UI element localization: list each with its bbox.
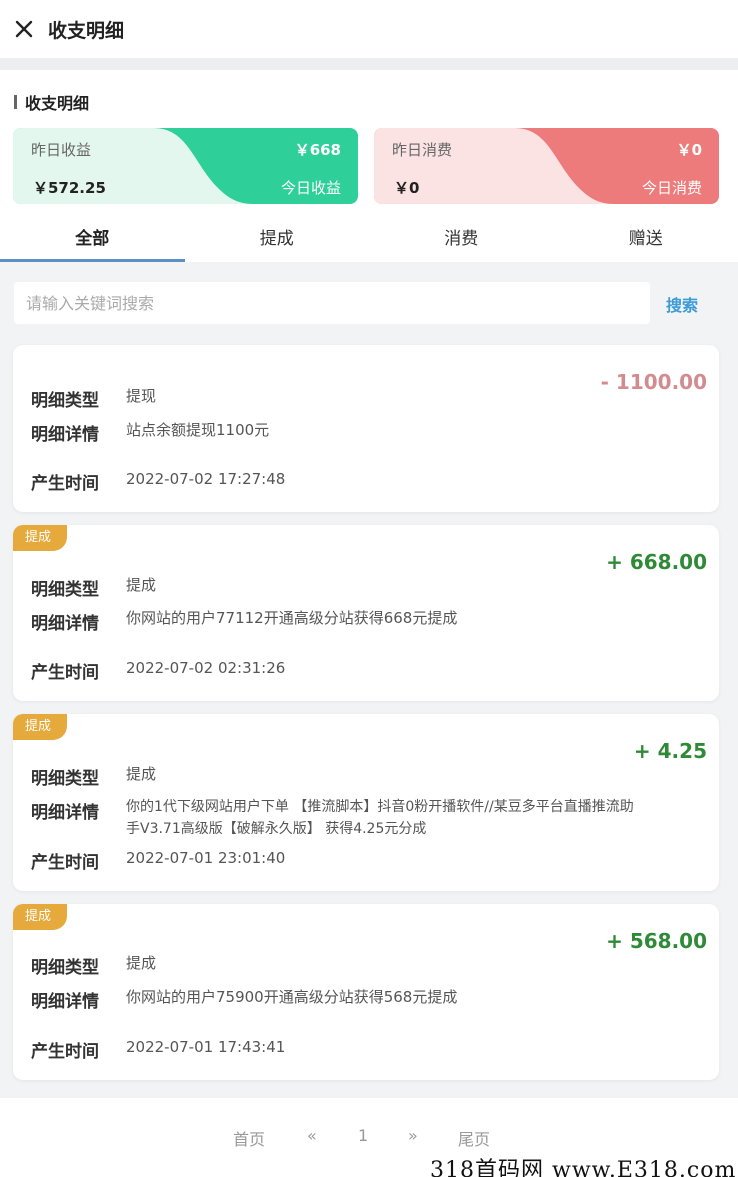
expense-today-label: 今日消费 xyxy=(641,179,702,197)
record-amount: + 4.25 xyxy=(633,739,707,763)
record-type-value: 提成 xyxy=(126,765,157,783)
watermark: 318首码网 www.E318.com xyxy=(430,1152,737,1177)
record-tag: 提成 xyxy=(13,714,68,740)
record-card: 提成 + 4.25 明细类型 提成 明细详情 你的1代下级网站用户下单 【推流脚… xyxy=(13,714,719,891)
pager-page[interactable]: 1 xyxy=(358,1126,368,1145)
tab-commission[interactable]: 提成 xyxy=(185,210,370,262)
record-time-label: 产生时间 xyxy=(31,1042,99,1062)
header-divider xyxy=(0,58,738,70)
record-type-value: 提成 xyxy=(126,954,157,972)
tab-consumption[interactable]: 消费 xyxy=(369,210,554,262)
record-time-value: 2022-07-02 02:31:26 xyxy=(126,659,286,677)
section-title-text: 收支明细 xyxy=(25,94,90,113)
record-tag: 提成 xyxy=(13,904,68,930)
record-amount: + 668.00 xyxy=(606,550,707,574)
record-amount: - 1100.00 xyxy=(600,370,707,394)
income-card: 昨日收益 ￥572.25 ￥668 今日收益 xyxy=(13,128,358,204)
record-detail-label: 明细详情 xyxy=(31,425,99,445)
record-card: - 1100.00 明细类型 提现 明细详情 站点余额提现1100元 产生时间 … xyxy=(13,345,719,512)
record-time-label: 产生时间 xyxy=(31,663,99,683)
record-detail-value: 你的1代下级网站用户下单 【推流脚本】抖音0粉开播软件//某豆多平台直播推流助 xyxy=(126,799,634,815)
top-bar: 收支明细 xyxy=(0,0,738,58)
expense-card: 昨日消费 ￥0 ￥0 今日消费 xyxy=(374,128,719,204)
section-title-bar xyxy=(14,95,17,109)
record-time-value: 2022-07-02 17:27:48 xyxy=(126,470,286,488)
record-time-value: 2022-07-01 23:01:40 xyxy=(126,849,286,867)
record-tag: 提成 xyxy=(13,525,68,551)
pager-first[interactable]: 首页 xyxy=(233,1126,265,1150)
record-detail-label: 明细详情 xyxy=(31,992,99,1012)
expense-yesterday-value: ￥0 xyxy=(394,179,420,197)
filter-tabs: 全部 提成 消费 赠送 xyxy=(0,210,738,262)
page-title: 收支明细 xyxy=(48,19,125,42)
income-yesterday-label: 昨日收益 xyxy=(31,141,92,159)
record-amount: + 568.00 xyxy=(606,929,707,953)
pager-last[interactable]: 尾页 xyxy=(458,1126,490,1150)
expense-yesterday-label: 昨日消费 xyxy=(392,141,453,159)
record-detail-value: 你网站的用户75900开通高级分站获得568元提成 xyxy=(126,988,458,1006)
tab-gift[interactable]: 赠送 xyxy=(554,210,738,262)
record-detail-label: 明细详情 xyxy=(31,803,99,823)
section-title: 收支明细 xyxy=(14,90,89,114)
income-today-value: ￥668 xyxy=(294,141,341,159)
record-type-label: 明细类型 xyxy=(31,391,99,411)
summary-panel: 收支明细 昨日收益 ￥572.25 ￥668 今日收益 昨日消费 ￥0 ￥0 今… xyxy=(0,70,738,210)
income-yesterday-value: ￥572.25 xyxy=(33,179,106,197)
record-detail-value-continued: 手V3.71高级版【破解永久版】 获得4.25元分成 xyxy=(126,821,427,837)
record-card: 提成 + 568.00 明细类型 提成 明细详情 你网站的用户75900开通高级… xyxy=(13,904,719,1080)
record-time-label: 产生时间 xyxy=(31,853,99,873)
search-button[interactable]: 搜索 xyxy=(666,292,698,316)
record-detail-label: 明细详情 xyxy=(31,614,99,634)
record-card: 提成 + 668.00 明细类型 提成 明细详情 你网站的用户77112开通高级… xyxy=(13,525,719,701)
record-type-label: 明细类型 xyxy=(31,580,99,600)
tab-all[interactable]: 全部 xyxy=(0,210,185,262)
income-today-label: 今日收益 xyxy=(280,179,341,197)
pager-next[interactable]: » xyxy=(408,1126,418,1145)
record-type-value: 提成 xyxy=(126,576,157,594)
record-type-label: 明细类型 xyxy=(31,769,99,789)
record-time-label: 产生时间 xyxy=(31,474,99,494)
record-type-value: 提现 xyxy=(126,387,157,405)
record-detail-value: 站点余额提现1100元 xyxy=(126,421,270,439)
record-time-value: 2022-07-01 17:43:41 xyxy=(126,1038,286,1056)
record-detail-value: 你网站的用户77112开通高级分站获得668元提成 xyxy=(126,609,458,627)
record-type-label: 明细类型 xyxy=(31,958,99,978)
close-icon[interactable] xyxy=(0,0,48,58)
expense-today-value: ￥0 xyxy=(676,141,702,159)
search-input[interactable] xyxy=(14,282,650,324)
search-row: 搜索 xyxy=(0,262,738,338)
pager-prev[interactable]: « xyxy=(307,1126,317,1145)
